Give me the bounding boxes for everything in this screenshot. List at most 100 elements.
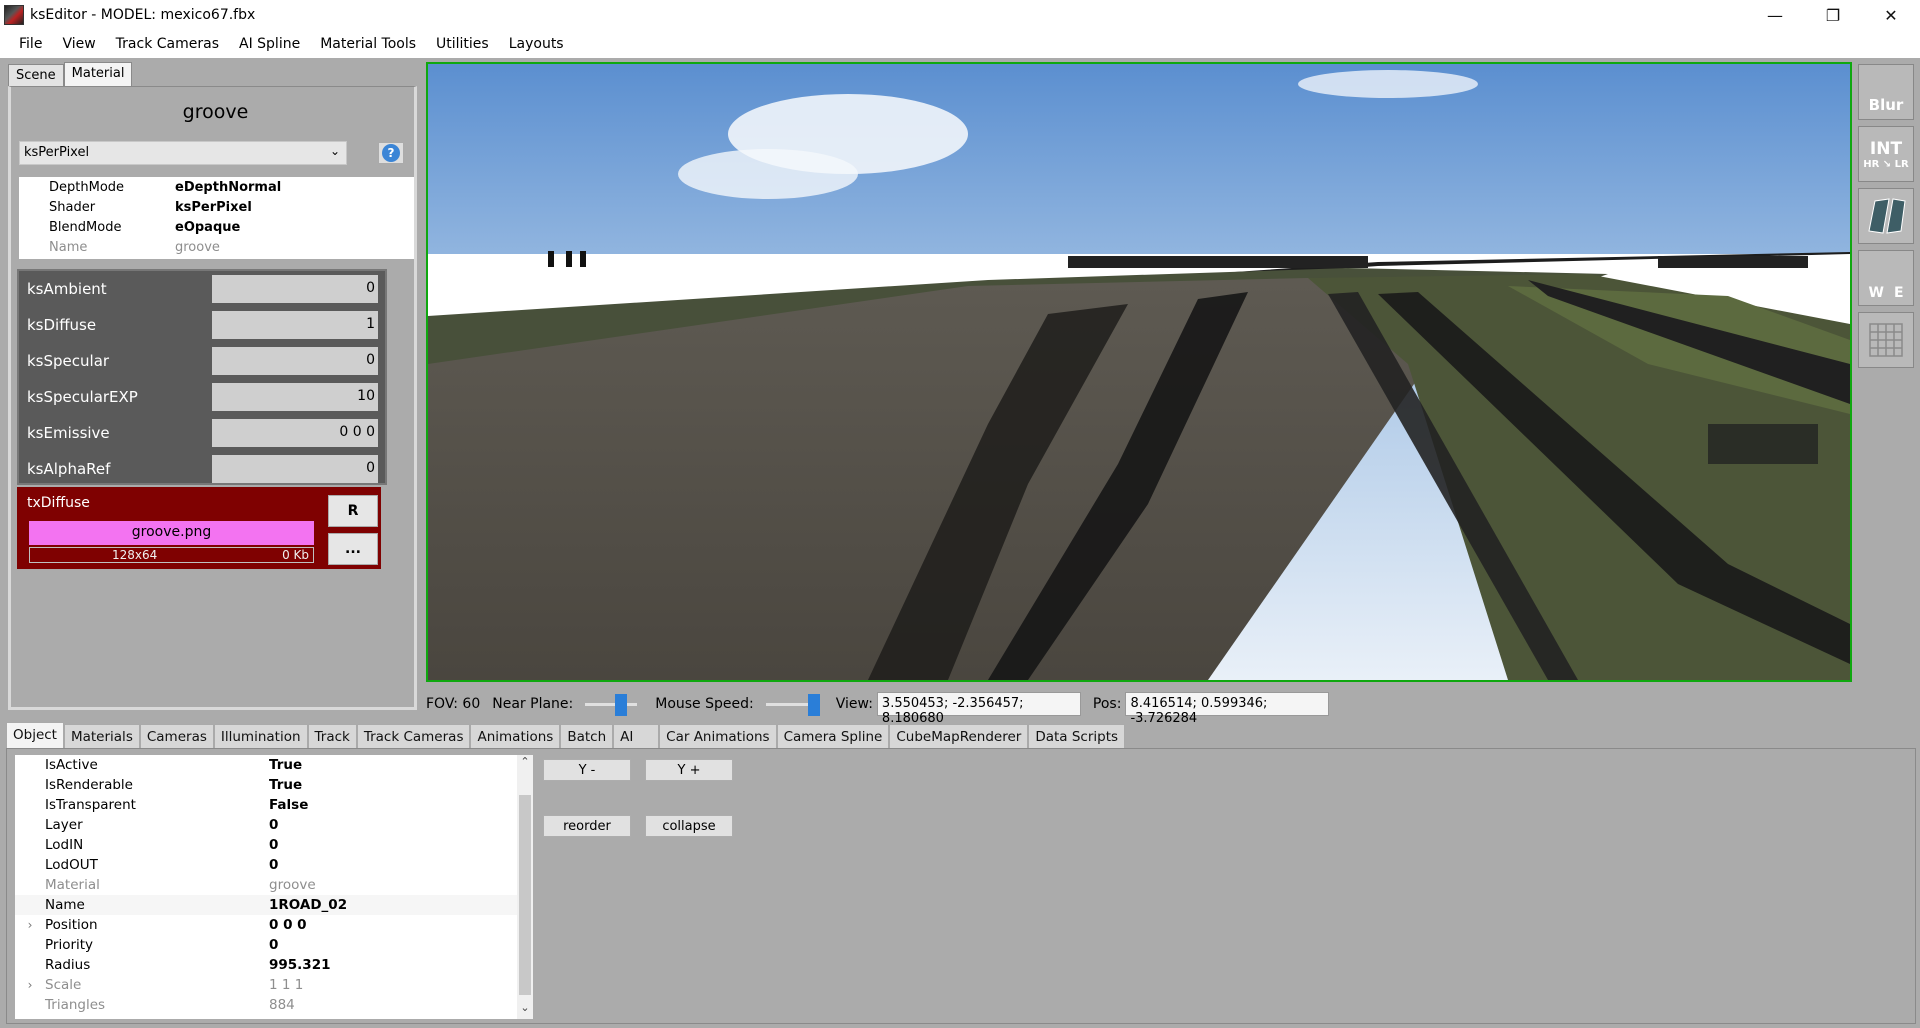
tab-animations[interactable]: Animations (470, 724, 561, 748)
reload-texture-button[interactable]: R (328, 495, 378, 527)
param-ksspecularexp: ksSpecularEXP 10 (19, 379, 385, 415)
property-row-radius[interactable]: Radius 995.321 (15, 955, 521, 975)
tab-car-animations[interactable]: Car Animations (659, 724, 777, 748)
menu-material-tools[interactable]: Material Tools (310, 36, 426, 52)
menu-view[interactable]: View (52, 36, 105, 52)
material-property-grid: DepthMode eDepthNormal Shader ksPerPixel B… (19, 177, 414, 259)
menu-track-cameras[interactable]: Track Cameras (106, 36, 229, 52)
tab-material[interactable]: Material (63, 62, 133, 86)
property-row-lodin[interactable]: LodIN 0 (15, 835, 521, 855)
texture-info: 128x64 0 Kb (29, 547, 314, 563)
scrollbar-thumb[interactable] (519, 795, 531, 995)
tab-cameras[interactable]: Cameras (139, 724, 214, 748)
3d-viewport[interactable] (426, 62, 1852, 682)
y-minus-button[interactable]: Y - (543, 759, 631, 781)
property-grid-scrollbar[interactable]: ⌃ ⌄ (517, 755, 533, 1019)
param-value-input[interactable]: 0 (212, 455, 378, 483)
property-key: DepthMode (49, 179, 125, 195)
property-row-layer[interactable]: Layer 0 (15, 815, 521, 835)
tab-materials[interactable]: Materials (63, 724, 140, 748)
property-row-name[interactable]: Name 1ROAD_02 (15, 895, 521, 915)
property-row-depthmode[interactable]: DepthMode eDepthNormal (19, 177, 414, 197)
property-key: LodIN (45, 837, 84, 853)
property-key: Material (45, 877, 100, 893)
window-title: ksEditor - MODEL: mexico67.fbx (30, 7, 256, 23)
expand-chevron-icon[interactable]: › (15, 978, 45, 992)
window-controls: — ❐ ✕ (1746, 0, 1920, 30)
shader-select[interactable]: ksPerPixel ⌄ (19, 141, 347, 165)
param-value-input[interactable]: 0 (212, 275, 378, 303)
param-ksambient: ksAmbient 0 (19, 271, 385, 307)
wipers-we-button[interactable]: W E (1858, 250, 1914, 306)
scroll-down-icon[interactable]: ⌄ (517, 1001, 533, 1019)
interior-hr-lr-button[interactable]: INT HR ↘ LR (1858, 126, 1914, 182)
property-row-priority[interactable]: Priority 0 (15, 935, 521, 955)
shader-parameters: ksAmbient 0 ksDiffuse 1 ksSpecular 0 ksSpec… (17, 269, 387, 485)
param-ksspecular: ksSpecular 0 (19, 343, 385, 379)
property-row-triangles[interactable]: Triangles 884 (15, 995, 521, 1015)
property-row-blendmode[interactable]: BlendMode eOpaque (19, 217, 414, 237)
menu-layouts[interactable]: Layouts (499, 36, 574, 52)
pos-coordinates-input[interactable]: 8.416514; 0.599346; -3.726284 (1125, 692, 1330, 726)
mouse-speed-slider[interactable] (765, 692, 820, 716)
property-row-scale[interactable]: › Scale 1 1 1 (15, 975, 521, 995)
property-value: True (269, 777, 303, 793)
property-row-shader[interactable]: Shader ksPerPixel (19, 197, 414, 217)
collapse-button[interactable]: collapse (645, 815, 733, 837)
material-name-title: groove (182, 101, 249, 123)
param-label: ksSpecular (27, 352, 110, 370)
tab-track[interactable]: Track (307, 724, 357, 748)
param-value-input[interactable]: 10 (212, 383, 378, 411)
chevron-down-icon: ⌄ (329, 144, 340, 158)
property-row-material[interactable]: Material groove (15, 875, 521, 895)
property-value: True (269, 757, 303, 773)
tab-cubemaprenderer[interactable]: CubeMapRenderer (889, 724, 1029, 748)
tab-camera-spline[interactable]: Camera Spline (776, 724, 890, 748)
property-row-position[interactable]: › Position 0 0 0 (15, 915, 521, 935)
texture-dimensions: 128x64 (112, 548, 158, 562)
expand-chevron-icon[interactable]: › (15, 918, 45, 932)
hr-label: HR (1863, 158, 1880, 170)
windscreen-glyph (1868, 198, 1906, 234)
near-plane-slider[interactable] (585, 692, 638, 716)
lr-label: LR (1894, 158, 1909, 170)
property-value: 0 (269, 817, 279, 833)
menu-ai-spline[interactable]: AI Spline (229, 36, 310, 52)
property-key: Name (49, 239, 88, 255)
menu-utilities[interactable]: Utilities (426, 36, 499, 52)
property-row-isrenderable[interactable]: IsRenderable True (15, 775, 521, 795)
property-row-lodout[interactable]: LodOUT 0 (15, 855, 521, 875)
scroll-up-icon[interactable]: ⌃ (517, 755, 533, 773)
tab-ai[interactable]: AI (613, 724, 660, 748)
browse-texture-button[interactable]: ... (328, 533, 378, 565)
property-value: eOpaque (175, 219, 241, 235)
menu-file[interactable]: File (9, 36, 52, 52)
property-key: Layer (45, 817, 83, 833)
property-row-istransparent[interactable]: IsTransparent False (15, 795, 521, 815)
tab-scene[interactable]: Scene (8, 64, 64, 86)
tab-track-cameras[interactable]: Track Cameras (356, 724, 471, 748)
property-row-isactive[interactable]: IsActive True (15, 755, 521, 775)
grid-toggle-icon[interactable] (1858, 312, 1914, 368)
tab-object[interactable]: Object (6, 722, 64, 748)
restore-button[interactable]: ❐ (1804, 0, 1862, 30)
minimize-button[interactable]: — (1746, 0, 1804, 30)
help-button[interactable]: ? (378, 142, 404, 164)
view-coordinates-input[interactable]: 3.550453; -2.356457; 8.180680 (876, 692, 1081, 726)
tab-batch[interactable]: Batch (560, 724, 614, 748)
texture-file[interactable]: groove.png (29, 521, 314, 545)
param-value-input[interactable]: 1 (212, 311, 378, 339)
windscreen-icon[interactable] (1858, 188, 1914, 244)
fov-label: FOV: 60 (426, 696, 481, 712)
y-plus-button[interactable]: Y + (645, 759, 733, 781)
close-button[interactable]: ✕ (1862, 0, 1920, 30)
blur-tool-button[interactable]: Blur (1858, 64, 1914, 120)
property-row-name[interactable]: Name groove (19, 237, 414, 257)
param-value-input[interactable]: 0 0 0 (212, 419, 378, 447)
menu-bar: File View Track Cameras AI Spline Materi… (0, 30, 1920, 58)
tab-illumination[interactable]: Illumination (213, 724, 308, 748)
param-value-input[interactable]: 0 (212, 347, 378, 375)
tab-data-scripts[interactable]: Data Scripts (1028, 724, 1126, 748)
param-label: ksEmissive (27, 424, 110, 442)
reorder-button[interactable]: reorder (543, 815, 631, 837)
